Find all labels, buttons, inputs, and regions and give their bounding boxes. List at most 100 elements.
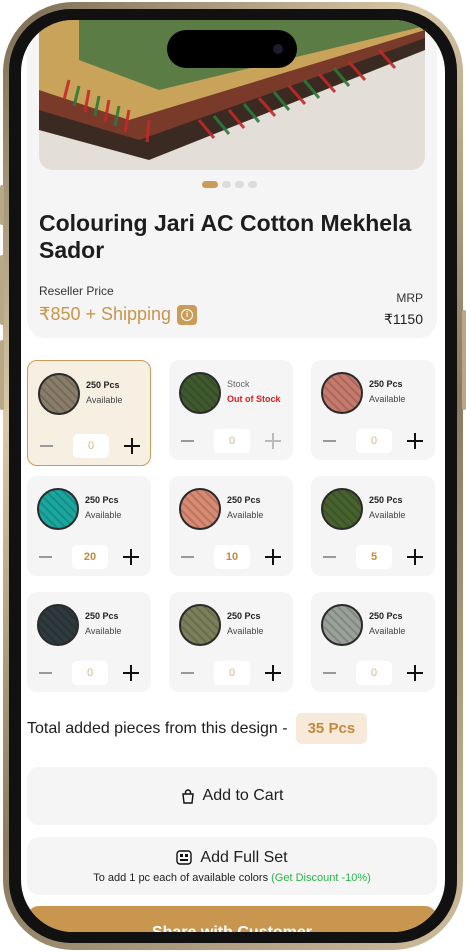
- total-summary: Total added pieces from this design - 35…: [27, 713, 368, 744]
- increment-button[interactable]: [123, 548, 139, 566]
- variant-swatch[interactable]: [179, 604, 221, 646]
- decrement-button[interactable]: [181, 556, 194, 558]
- quantity-stepper: 20: [39, 545, 139, 569]
- total-label: Total added pieces from this design -: [27, 719, 288, 737]
- quantity-stepper: 0: [181, 429, 281, 453]
- increment-button[interactable]: [407, 664, 423, 682]
- variant-swatch[interactable]: [179, 488, 221, 530]
- variant-card[interactable]: 250 Pcs Available 0: [169, 592, 293, 692]
- volume-down-button: [0, 340, 4, 410]
- variant-availability: Available: [85, 510, 122, 520]
- variant-swatch[interactable]: [179, 372, 221, 414]
- variant-stock: 250 Pcs: [369, 379, 403, 389]
- increment-button[interactable]: [265, 432, 281, 450]
- quantity-stepper: 10: [181, 545, 281, 569]
- variant-swatch[interactable]: [321, 604, 363, 646]
- carousel-dot[interactable]: [248, 181, 257, 188]
- quantity-input[interactable]: 0: [214, 429, 250, 453]
- quantity-input[interactable]: 0: [214, 661, 250, 685]
- set-icon: [176, 850, 193, 865]
- quantity-input[interactable]: 0: [356, 661, 392, 685]
- variant-card[interactable]: 250 Pcs Available 10: [169, 476, 293, 576]
- variant-swatch[interactable]: [38, 373, 80, 415]
- variant-availability: Available: [369, 626, 406, 636]
- quantity-input[interactable]: 0: [72, 661, 108, 685]
- quantity-stepper: 5: [323, 545, 423, 569]
- variant-swatch[interactable]: [321, 488, 363, 530]
- increment-button[interactable]: [265, 548, 281, 566]
- increment-button[interactable]: [124, 437, 140, 455]
- variant-card[interactable]: 250 Pcs Available 5: [311, 476, 435, 576]
- carousel-dot[interactable]: [202, 181, 218, 188]
- info-icon[interactable]: i: [177, 304, 198, 325]
- discount-note: (Get Discount -10%): [271, 871, 371, 884]
- image-carousel-dots[interactable]: [202, 181, 257, 188]
- quantity-stepper: 0: [323, 429, 423, 453]
- decrement-button[interactable]: [323, 672, 336, 674]
- variant-availability: Available: [227, 510, 264, 520]
- total-badge: 35 Pcs: [295, 713, 368, 744]
- add-to-cart-button[interactable]: Add to Cart: [27, 767, 437, 825]
- reseller-price-label: Reseller Price: [39, 284, 114, 298]
- share-label: Share with Customer: [152, 924, 312, 932]
- variant-availability: Available: [85, 626, 122, 636]
- variant-stock: 250 Pcs: [86, 380, 120, 390]
- variant-card[interactable]: Stock Out of Stock 0: [169, 360, 293, 460]
- product-title: Colouring Jari AC Cotton Mekhela Sador: [39, 210, 412, 263]
- variant-card[interactable]: 250 Pcs Available 0: [27, 360, 151, 466]
- quantity-stepper: 0: [181, 661, 281, 685]
- variant-stock: 250 Pcs: [85, 611, 119, 621]
- variant-card[interactable]: 250 Pcs Available 0: [311, 592, 435, 692]
- app-screen: Colouring Jari AC Cotton Mekhela Sador R…: [21, 20, 445, 932]
- variant-card[interactable]: 250 Pcs Available 20: [27, 476, 151, 576]
- volume-up-button: [0, 255, 4, 325]
- increment-button[interactable]: [123, 664, 139, 682]
- reseller-price: ₹850 + Shipping i: [39, 304, 198, 325]
- quantity-stepper: 0: [40, 434, 140, 458]
- variant-card[interactable]: 250 Pcs Available 0: [311, 360, 435, 460]
- variant-stock: 250 Pcs: [85, 495, 119, 505]
- decrement-button[interactable]: [181, 672, 194, 674]
- quantity-input[interactable]: 0: [356, 429, 392, 453]
- full-set-note: To add 1 pc each of available colors (Ge…: [93, 872, 371, 884]
- decrement-button[interactable]: [39, 556, 52, 558]
- quantity-input[interactable]: 10: [214, 545, 250, 569]
- mrp-label: MRP: [396, 291, 423, 305]
- variant-availability: Available: [369, 394, 406, 404]
- mute-switch: [0, 185, 4, 225]
- variant-swatch[interactable]: [37, 604, 79, 646]
- carousel-dot[interactable]: [235, 181, 244, 188]
- decrement-button[interactable]: [181, 440, 194, 442]
- dynamic-island: [167, 30, 297, 68]
- variant-card[interactable]: 250 Pcs Available 0: [27, 592, 151, 692]
- quantity-stepper: 0: [39, 661, 139, 685]
- add-full-set-label: Add Full Set: [200, 848, 288, 866]
- variant-availability: Out of Stock: [227, 394, 281, 404]
- variant-stock: 250 Pcs: [227, 495, 261, 505]
- variant-availability: Available: [86, 395, 123, 405]
- power-button: [462, 310, 466, 410]
- variant-stock: Stock: [227, 379, 250, 389]
- add-full-set-button[interactable]: Add Full Set To add 1 pc each of availab…: [27, 837, 437, 895]
- variant-swatch[interactable]: [321, 372, 363, 414]
- quantity-input[interactable]: 5: [356, 545, 392, 569]
- decrement-button[interactable]: [323, 440, 336, 442]
- variant-stock: 250 Pcs: [227, 611, 261, 621]
- variant-swatch[interactable]: [37, 488, 79, 530]
- variant-availability: Available: [227, 626, 264, 636]
- full-set-note-text: To add 1 pc each of available colors: [93, 871, 269, 884]
- increment-button[interactable]: [407, 548, 423, 566]
- decrement-button[interactable]: [39, 672, 52, 674]
- reseller-price-value: ₹850 + Shipping: [39, 304, 172, 324]
- decrement-button[interactable]: [40, 445, 53, 447]
- carousel-dot[interactable]: [222, 181, 231, 188]
- quantity-stepper: 0: [323, 661, 423, 685]
- increment-button[interactable]: [265, 664, 281, 682]
- quantity-input[interactable]: 0: [73, 434, 109, 458]
- share-with-customer-button[interactable]: Share with Customer: [27, 906, 437, 932]
- increment-button[interactable]: [407, 432, 423, 450]
- variant-availability: Available: [369, 510, 406, 520]
- decrement-button[interactable]: [323, 556, 336, 558]
- quantity-input[interactable]: 20: [72, 545, 108, 569]
- bag-icon: [181, 788, 194, 804]
